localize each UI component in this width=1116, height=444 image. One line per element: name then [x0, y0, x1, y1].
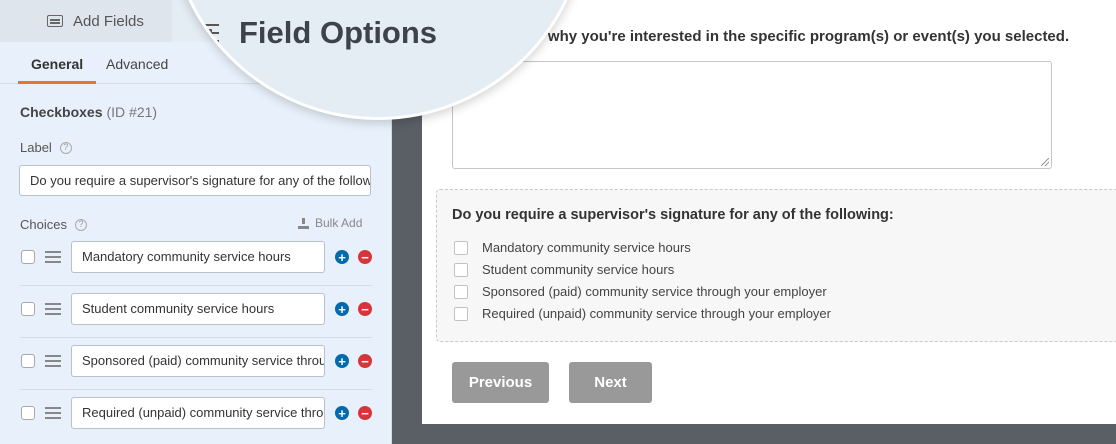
choice-input[interactable]: Student community service hours	[71, 293, 325, 325]
drag-handle-icon[interactable]	[45, 251, 61, 263]
choices-caption-text: Choices	[20, 217, 67, 232]
minus-circle-icon[interactable]: −	[358, 302, 372, 316]
subtab-advanced[interactable]: Advanced	[106, 56, 168, 72]
plus-circle-icon[interactable]: +	[335, 354, 349, 368]
plus-circle-icon[interactable]: +	[335, 406, 349, 420]
plus-circle-icon[interactable]: +	[335, 302, 349, 316]
label-caption: Label ?	[20, 140, 72, 155]
option-checkbox[interactable]	[454, 284, 468, 299]
download-icon	[298, 217, 309, 229]
label-caption-text: Label	[20, 140, 52, 155]
next-button[interactable]: Next	[569, 362, 652, 403]
field-id: (ID #21)	[106, 104, 158, 120]
choice-row: Mandatory community service hours + −	[0, 234, 391, 286]
option-label: Student community service hours	[482, 262, 675, 277]
bulk-add-link[interactable]: Bulk Add	[298, 216, 362, 230]
active-subtab-indicator	[18, 81, 96, 84]
option-label: Required (unpaid) community service thro…	[482, 306, 831, 321]
resize-grip-icon[interactable]	[1041, 158, 1049, 166]
checkbox-option[interactable]: Sponsored (paid) community service throu…	[454, 284, 827, 299]
choice-input[interactable]: Mandatory community service hours	[71, 241, 325, 273]
plus-circle-icon[interactable]: +	[335, 250, 349, 264]
checkbox-field-label: Do you require a supervisor's signature …	[452, 207, 894, 223]
drag-handle-icon[interactable]	[45, 303, 61, 315]
choice-row: Required (unpaid) community service thro…	[0, 390, 391, 442]
field-type-name: Checkboxes	[20, 104, 103, 120]
list-icon	[47, 15, 63, 27]
choice-default-checkbox[interactable]	[21, 354, 35, 368]
option-checkbox[interactable]	[454, 306, 468, 321]
minus-circle-icon[interactable]: −	[358, 406, 372, 420]
minus-circle-icon[interactable]: −	[358, 354, 372, 368]
choice-default-checkbox[interactable]	[21, 302, 35, 316]
choice-row: Student community service hours + −	[0, 286, 391, 338]
bulk-add-label: Bulk Add	[315, 216, 363, 230]
option-checkbox[interactable]	[454, 262, 468, 277]
choice-default-checkbox[interactable]	[21, 406, 35, 420]
choice-input[interactable]: Sponsored (paid) community service throu…	[71, 345, 325, 377]
help-icon[interactable]: ?	[59, 141, 72, 154]
tab-add-fields[interactable]: Add Fields	[0, 0, 172, 42]
drag-handle-icon[interactable]	[45, 355, 61, 367]
label-input[interactable]: Do you require a supervisor's signature …	[19, 165, 371, 196]
minus-circle-icon[interactable]: −	[358, 250, 372, 264]
choice-row: Sponsored (paid) community service throu…	[0, 338, 391, 390]
choice-default-checkbox[interactable]	[21, 250, 35, 264]
drag-handle-icon[interactable]	[45, 407, 61, 419]
tab-add-fields-label: Add Fields	[73, 12, 144, 30]
field-type-heading: Checkboxes (ID #21)	[20, 104, 157, 120]
checkbox-option[interactable]: Required (unpaid) community service thro…	[454, 306, 831, 321]
interest-textarea[interactable]	[452, 61, 1052, 169]
option-checkbox[interactable]	[454, 240, 468, 255]
tab-field-options-label: Field Options	[239, 15, 438, 50]
checkbox-option[interactable]: Mandatory community service hours	[454, 240, 691, 255]
subtab-general[interactable]: General	[31, 56, 83, 72]
option-label: Mandatory community service hours	[482, 240, 691, 255]
checkbox-option[interactable]: Student community service hours	[454, 262, 674, 277]
sliders-icon	[191, 20, 219, 46]
help-icon[interactable]: ?	[74, 218, 87, 231]
choices-caption: Choices ?	[20, 217, 87, 232]
choice-input[interactable]: Required (unpaid) community service thro…	[71, 397, 325, 429]
tab-field-options[interactable]: Field Options	[191, 3, 437, 63]
option-label: Sponsored (paid) community service throu…	[482, 284, 827, 299]
previous-button[interactable]: Previous	[452, 362, 549, 403]
